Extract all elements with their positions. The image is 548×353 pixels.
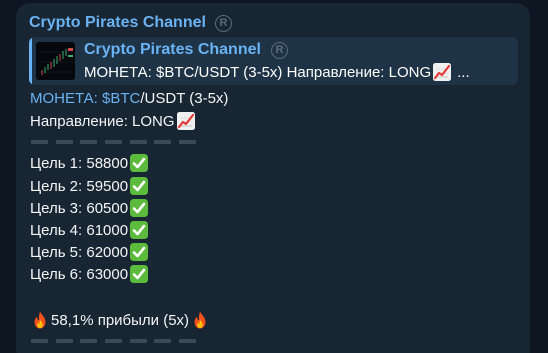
- candlestick-chart-thumbnail: [36, 42, 75, 80]
- channel-name[interactable]: Crypto Pirates Channel: [29, 14, 206, 32]
- coin-pair-rest: /USDT (3-5x): [140, 89, 229, 107]
- target-line: Цель 4: 61000: [30, 219, 149, 241]
- registered-mark-icon: R: [214, 14, 232, 32]
- reply-ellipsis: ...: [457, 63, 470, 81]
- reply-preview-text: МОНЕТА: $BTC/USDT (3-5x) Направление: LO…: [84, 63, 432, 81]
- channel-name-header[interactable]: Crypto Pirates Channel R: [29, 12, 232, 34]
- target-label: Цель 5: 62000: [30, 243, 129, 261]
- dash-divider: [31, 140, 196, 144]
- chart-increasing-emoji-icon: [176, 111, 196, 131]
- check-mark-button-icon: [129, 176, 149, 196]
- fire-icon: [190, 310, 210, 330]
- reply-channel-name: Crypto Pirates Channel: [84, 41, 261, 58]
- target-label: Цель 1: 58800: [30, 154, 129, 172]
- reply-accent-bar: [29, 37, 32, 85]
- dash-divider: [31, 339, 196, 343]
- check-mark-button-icon: [129, 220, 149, 240]
- target-label: Цель 3: 60500: [30, 199, 129, 217]
- fire-icon: [30, 310, 50, 330]
- check-mark-button-icon: [129, 242, 149, 262]
- coin-ticker-hashtag[interactable]: $BTC: [102, 90, 140, 107]
- forwarded-reply-preview[interactable]: Crypto Pirates Channel R МОНЕТА: $BTC/US…: [29, 37, 518, 85]
- target-line: Цель 2: 59500: [30, 175, 149, 197]
- registered-mark-icon: R: [270, 41, 288, 59]
- check-mark-button-icon: [129, 264, 149, 284]
- coin-line: МОНЕТА: $BTC /USDT (3-5x): [30, 87, 228, 109]
- target-label: Цель 4: 61000: [30, 221, 129, 239]
- target-line: Цель 1: 58800: [30, 152, 149, 174]
- target-line: Цель 3: 60500: [30, 197, 149, 219]
- target-label: Цель 2: 59500: [30, 177, 129, 195]
- target-line: Цель 6: 63000: [30, 263, 149, 285]
- profit-line: 58,1% прибыли (5x): [30, 309, 210, 331]
- target-label: Цель 6: 63000: [30, 265, 129, 283]
- chart-increasing-emoji-icon: [432, 62, 452, 82]
- check-mark-button-icon: [129, 198, 149, 218]
- coin-label: МОНЕТА:: [30, 89, 98, 107]
- direction-line: Направление: LONG: [30, 110, 196, 132]
- profit-text: 58,1% прибыли (5x): [51, 311, 190, 329]
- target-line: Цель 5: 62000: [30, 241, 149, 263]
- check-mark-button-icon: [129, 153, 149, 173]
- direction-label: Направление: LONG: [30, 112, 175, 130]
